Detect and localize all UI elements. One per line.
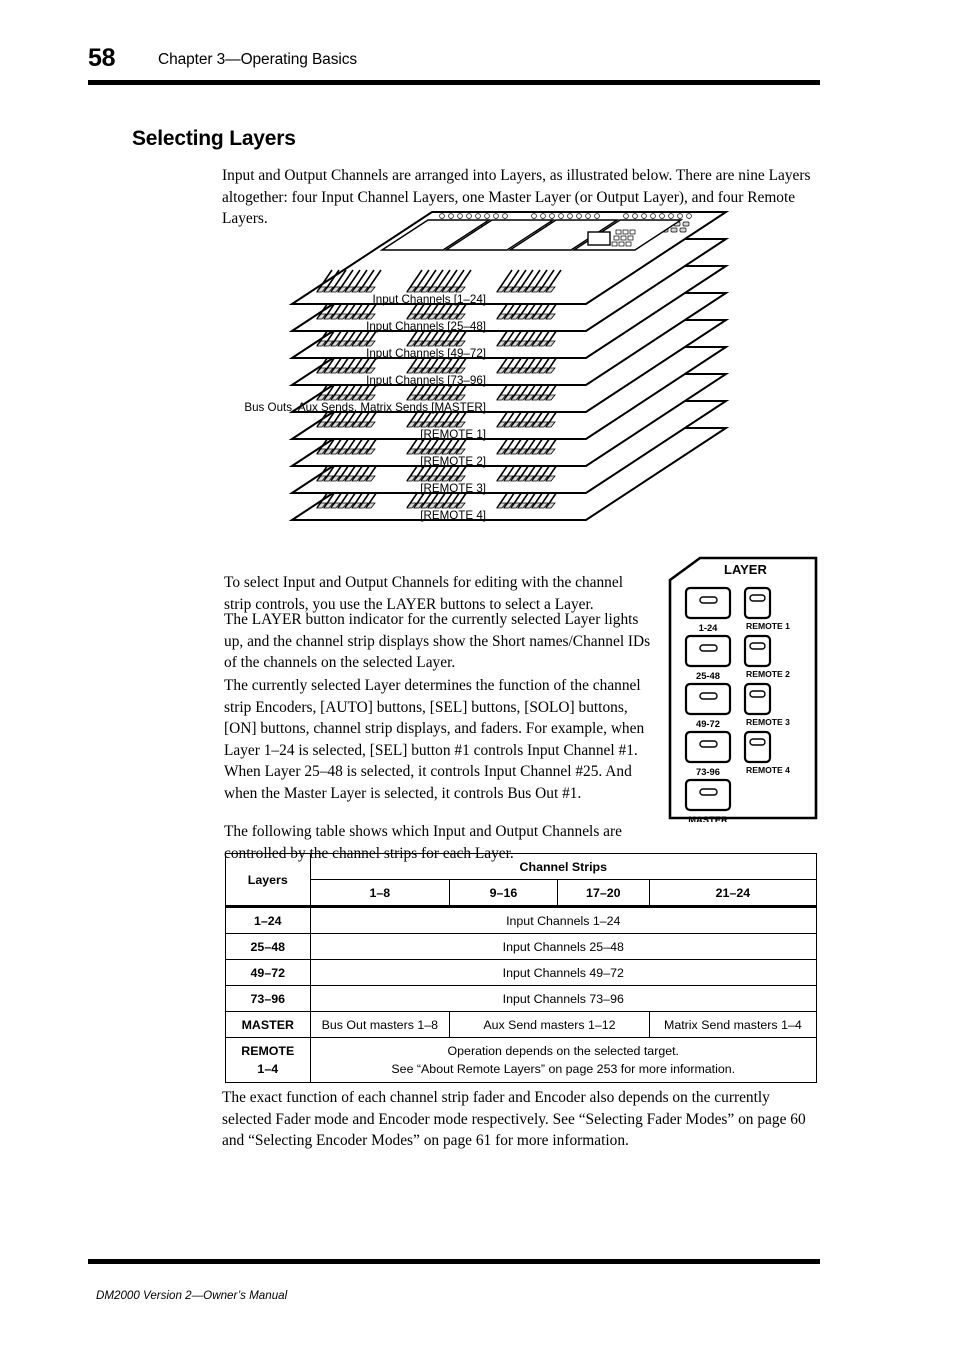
- table-row-value: Input Channels 49–72: [309, 959, 818, 986]
- table-col-header-9-16: 9–16: [449, 879, 558, 907]
- paragraph-layer-indicator: The LAYER button indicator for the curre…: [224, 611, 651, 672]
- table-row: MASTER Bus Out masters 1–8 Aux Send mast…: [225, 1011, 818, 1038]
- layers-channel-strips-table: Layers Channel Strips 1–8 9–16 17–20 21–…: [225, 853, 818, 1083]
- table-row: 49–72 Input Channels 49–72: [225, 959, 818, 986]
- panel-title: LAYER: [724, 562, 767, 577]
- layer-button-label: 73-96: [696, 766, 720, 777]
- table-row-layer: 25–48: [225, 933, 311, 960]
- led-indicator-icon: [749, 594, 766, 602]
- header-rule: [88, 80, 820, 85]
- diagram-label-4: Bus Outs, Aux Sends, Matrix Sends [MASTE…: [244, 401, 486, 414]
- led-indicator-icon: [699, 692, 718, 700]
- table-col-header-21-24: 21–24: [648, 879, 818, 907]
- layer-button-label: REMOTE 1: [746, 621, 790, 631]
- layer-button-label: MASTER: [688, 814, 728, 822]
- layer-button-label: 1-24: [699, 622, 719, 633]
- page-title: Selecting Layers: [132, 127, 296, 151]
- led-indicator-icon: [749, 738, 766, 746]
- led-indicator-icon: [699, 644, 718, 652]
- diagram-label-0: Input Channels [1–24]: [373, 293, 486, 306]
- table-row: 25–48 Input Channels 25–48: [225, 933, 818, 960]
- footer-rule: [88, 1259, 820, 1264]
- table-row: 1–24 Input Channels 1–24: [225, 905, 818, 934]
- led-indicator-icon: [699, 596, 718, 604]
- table-row-value-remote-line1: Operation depends on the selected target…: [447, 1044, 679, 1058]
- table-row: REMOTE 1–4 Operation depends on the sele…: [225, 1037, 818, 1083]
- diagram-label-6: [REMOTE 2]: [420, 455, 486, 468]
- diagram-label-5: [REMOTE 1]: [420, 428, 486, 441]
- diagram-label-8: [REMOTE 4]: [420, 509, 486, 522]
- led-indicator-icon: [749, 642, 766, 650]
- table-row-value-aux-send: Aux Send masters 1–12: [449, 1011, 650, 1038]
- led-indicator-icon: [749, 690, 766, 698]
- layer-button-label: REMOTE 3: [746, 717, 790, 727]
- table-col-header-1-8: 1–8: [309, 879, 451, 907]
- closing-paragraph: The exact function of each channel strip…: [222, 1089, 806, 1150]
- layer-button-label: 25-48: [696, 670, 720, 681]
- led-indicator-icon: [699, 740, 718, 748]
- table-row-layer: 73–96: [225, 985, 311, 1012]
- table-header-row-1: Layers Channel Strips: [225, 853, 818, 907]
- table-row-value: Input Channels 1–24: [309, 905, 818, 934]
- paragraph-layer-function: The currently selected Layer determines …: [224, 677, 645, 802]
- diagram-label-1: Input Channels [25–48]: [366, 320, 486, 333]
- table-row-value: Input Channels 73–96: [309, 985, 818, 1012]
- table-row-layer-remote-line1: REMOTE: [241, 1044, 295, 1058]
- table-row-value-remote: Operation depends on the selected target…: [309, 1037, 818, 1083]
- layer-stack-diagram: Input Channels [1–24] Input Channels [25…: [196, 208, 826, 538]
- table-corner-header: Layers: [225, 853, 311, 907]
- table-header-row-2: 1–8 9–16 17–20 21–24: [226, 879, 818, 907]
- page-number: 58: [88, 44, 116, 72]
- table-row-layer-remote-line2: 1–4: [257, 1062, 279, 1076]
- table-row-layer: 1–24: [225, 905, 311, 934]
- table-row-value-bus-out: Bus Out masters 1–8: [309, 1011, 451, 1038]
- table-row-value-matrix-send: Matrix Send masters 1–4: [648, 1011, 818, 1038]
- layer-plane-group: [288, 211, 730, 521]
- diagram-label-2: Input Channels [49–72]: [366, 347, 486, 360]
- diagram-label-3: Input Channels [73–96]: [366, 374, 486, 387]
- layer-button-label: REMOTE 4: [746, 765, 790, 775]
- led-indicator-icon: [699, 788, 718, 796]
- table-row-value: Input Channels 25–48: [309, 933, 818, 960]
- page-header: 58 Chapter 3—Operating Basics: [88, 44, 818, 84]
- table-group-header: Channel Strips: [309, 853, 818, 880]
- table-row-value-remote-line2: See “About Remote Layers” on page 253 fo…: [391, 1062, 736, 1076]
- table-row: 73–96 Input Channels 73–96: [225, 985, 818, 1012]
- layer-button-label: 49-72: [696, 718, 720, 729]
- table-col-header-17-20: 17–20: [556, 879, 650, 907]
- layer-button-label: REMOTE 2: [746, 669, 790, 679]
- diagram-label-7: [REMOTE 3]: [420, 482, 486, 495]
- chapter-title: Chapter 3—Operating Basics: [158, 51, 357, 68]
- footer-text: DM2000 Version 2—Owner’s Manual: [96, 1289, 288, 1302]
- layer-control-panel: LAYER 1-24 25-48 49-72 73-96 MASTER REMO…: [667, 554, 819, 822]
- table-row-layer-remote: REMOTE 1–4: [225, 1037, 311, 1083]
- table-row-layer: MASTER: [225, 1011, 311, 1038]
- table-row-layer: 49–72: [225, 959, 311, 986]
- layer-button-master[interactable]: MASTER: [684, 778, 732, 822]
